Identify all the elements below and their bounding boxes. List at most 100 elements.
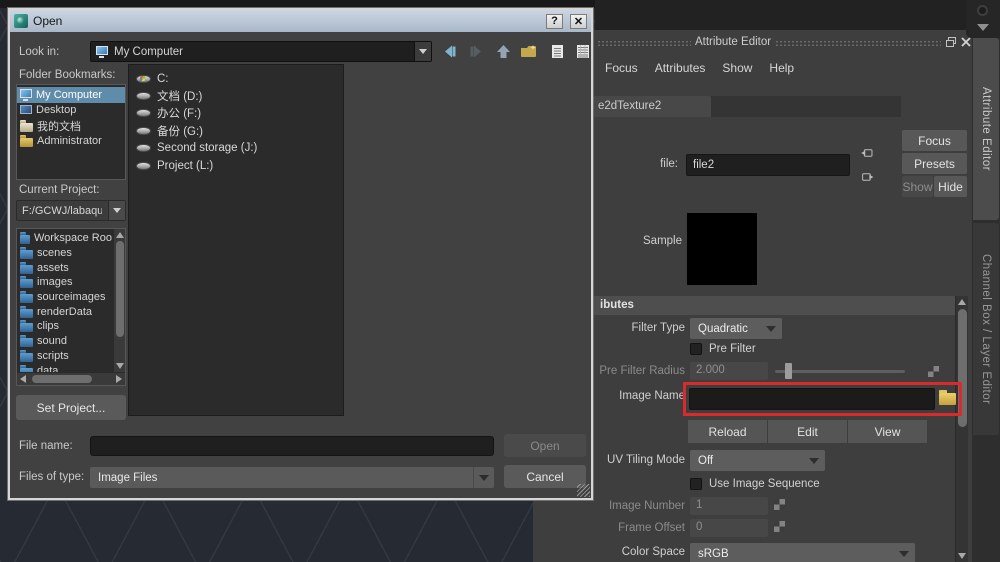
workspace-vscrollbar[interactable]: [113, 229, 125, 372]
scroll-right-icon[interactable]: [116, 375, 122, 383]
look-in-dropdown[interactable]: My Computer: [90, 41, 432, 62]
forward-icon[interactable]: [465, 41, 487, 61]
bookmark-my-documents[interactable]: 我的文档: [17, 118, 125, 134]
workspace-item[interactable]: Workspace Roo: [17, 231, 114, 246]
scroll-down-icon[interactable]: [116, 363, 124, 369]
computer-icon: [20, 88, 32, 101]
folder-icon: [20, 247, 33, 260]
side-tab-attribute-editor[interactable]: Attribute Editor: [973, 38, 999, 220]
toolbar-collapse-control[interactable]: [966, 0, 1000, 38]
hide-button[interactable]: Hide: [934, 176, 967, 197]
menu-focus[interactable]: Focus: [605, 61, 638, 75]
list-item-drive[interactable]: 备份 (G:): [136, 122, 343, 139]
drive-icon: [136, 161, 151, 170]
workspace-hscrollbar[interactable]: [17, 372, 125, 385]
scroll-up-icon[interactable]: [116, 232, 124, 238]
dialog-titlebar[interactable]: Open ? ✕: [10, 10, 591, 32]
image-name-highlight: [683, 382, 962, 416]
dropdown-arrow[interactable]: [108, 201, 125, 220]
resize-grip[interactable]: [577, 484, 590, 497]
up-icon[interactable]: [492, 41, 514, 61]
pre-filter-checkbox[interactable]: [690, 343, 702, 355]
file-name-input[interactable]: [90, 436, 494, 456]
help-button[interactable]: ?: [546, 13, 563, 29]
list-item-drive[interactable]: C:: [136, 70, 343, 87]
attribute-editor-titlebar[interactable]: Attribute Editor: [533, 34, 972, 52]
files-of-type-label: Files of type:: [19, 471, 85, 483]
list-item-drive[interactable]: 文档 (D:): [136, 87, 343, 104]
maya-screen: Attribute Editor Channel Box / Layer Edi…: [0, 0, 1000, 562]
details-view-icon[interactable]: [572, 41, 594, 61]
presets-button[interactable]: Presets: [902, 153, 967, 174]
browse-folder-icon[interactable]: [939, 390, 956, 405]
new-folder-icon[interactable]: [518, 41, 540, 61]
workspace-list: Workspace Roo scenes assets images sourc…: [16, 228, 126, 386]
use-image-sequence-checkbox[interactable]: [690, 478, 702, 490]
list-item-drive[interactable]: Project (L:): [136, 157, 343, 174]
texture-map-icon[interactable]: [928, 366, 939, 377]
node-name-field[interactable]: [686, 154, 850, 176]
menu-show[interactable]: Show: [722, 61, 752, 75]
edit-button[interactable]: Edit: [768, 420, 847, 443]
focus-button[interactable]: Focus: [902, 130, 967, 151]
image-number-label: Image Number: [608, 500, 685, 512]
workspace-item[interactable]: clips: [17, 319, 114, 334]
dropdown-arrow[interactable]: [473, 467, 494, 488]
chevron-down-icon: [899, 550, 909, 557]
menu-help[interactable]: Help: [769, 61, 794, 75]
frame-offset-field[interactable]: 0: [690, 519, 768, 537]
scrollbar-thumb[interactable]: [116, 241, 124, 337]
bookmark-administrator[interactable]: Administrator: [17, 134, 125, 150]
uv-tiling-mode-dropdown[interactable]: Off: [690, 450, 825, 471]
reload-button[interactable]: Reload: [688, 420, 767, 443]
pre-filter-radius-field[interactable]: 2.000: [690, 362, 768, 380]
bookmark-desktop[interactable]: Desktop: [17, 103, 125, 119]
list-item-drive[interactable]: Second storage (J:): [136, 140, 343, 157]
workspace-item[interactable]: sound: [17, 334, 114, 349]
menu-attributes[interactable]: Attributes: [655, 61, 706, 75]
computer-icon: [96, 45, 108, 58]
workspace-item[interactable]: scripts: [17, 349, 114, 364]
output-connection-icon[interactable]: [860, 170, 874, 184]
workspace-item[interactable]: assets: [17, 260, 114, 275]
workspace-item[interactable]: scenes: [17, 246, 114, 261]
back-icon[interactable]: [439, 41, 461, 61]
input-connection-icon[interactable]: [860, 146, 874, 160]
pre-filter-radius-slider[interactable]: [775, 370, 905, 373]
files-of-type-dropdown[interactable]: Image Files: [90, 467, 494, 488]
slider-handle[interactable]: [785, 363, 792, 379]
workspace-item[interactable]: renderData: [17, 304, 114, 319]
show-button[interactable]: Show: [902, 176, 933, 197]
float-panel-icon[interactable]: [944, 35, 958, 49]
drive-icon: [136, 109, 151, 118]
texture-map-icon[interactable]: [774, 521, 785, 532]
scroll-up-icon[interactable]: [958, 299, 966, 305]
chevron-down-icon: [766, 325, 776, 332]
dropdown-arrow[interactable]: [414, 42, 431, 61]
workspace-item[interactable]: images: [17, 275, 114, 290]
color-space-dropdown[interactable]: sRGB: [690, 543, 915, 562]
set-project-button[interactable]: Set Project...: [16, 395, 126, 420]
list-view-icon[interactable]: [546, 41, 568, 61]
list-item-drive[interactable]: 办公 (F:): [136, 105, 343, 122]
close-button[interactable]: ✕: [570, 13, 587, 29]
filter-type-dropdown[interactable]: Quadratic: [690, 318, 782, 339]
workspace-item[interactable]: sourceimages: [17, 290, 114, 305]
scrollbar-thumb[interactable]: [32, 375, 92, 383]
chevron-down-icon: [809, 457, 819, 464]
top-band: [595, 0, 1000, 30]
view-button[interactable]: View: [848, 420, 927, 443]
texture-map-icon[interactable]: [774, 499, 785, 510]
open-button[interactable]: Open: [504, 434, 586, 457]
file-attributes-section-header[interactable]: ibutes: [533, 296, 955, 315]
cancel-button[interactable]: Cancel: [504, 465, 586, 488]
use-image-sequence-label: Use Image Sequence: [709, 478, 820, 490]
scroll-down-icon[interactable]: [958, 553, 966, 559]
current-project-dropdown[interactable]: F:/GCWJ/labaqu: [16, 200, 126, 221]
bookmark-my-computer[interactable]: My Computer: [17, 87, 125, 103]
image-name-field[interactable]: [689, 388, 935, 410]
image-number-field[interactable]: 1: [690, 497, 768, 515]
panel-scrollbar[interactable]: [955, 296, 968, 562]
side-tab-channel-box[interactable]: Channel Box / Layer Editor: [973, 223, 999, 435]
scroll-left-icon[interactable]: [20, 375, 26, 383]
